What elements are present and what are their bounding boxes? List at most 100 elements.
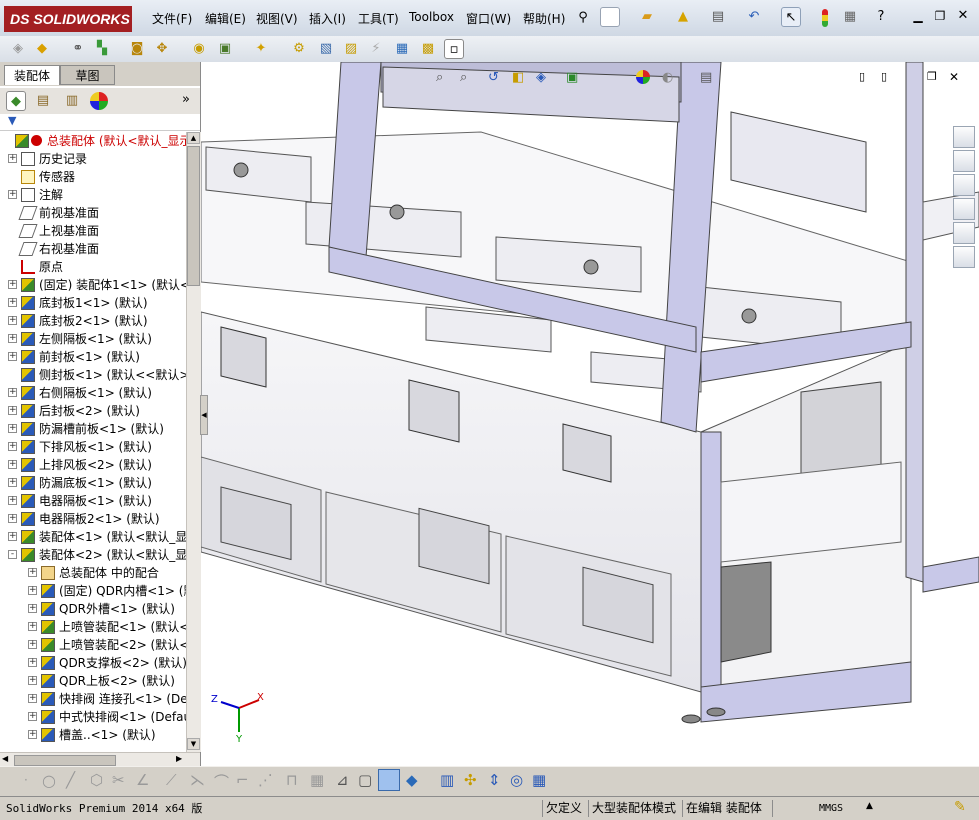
scroll-right-icon[interactable]: ▶	[176, 754, 182, 763]
expand-node-icon[interactable]: +	[8, 460, 17, 469]
expand-node-icon[interactable]: +	[28, 730, 37, 739]
tree-item[interactable]: + 前封板<1> (默认)	[0, 348, 186, 366]
tab-sketch[interactable]: 草图	[60, 65, 115, 85]
move-triad-icon[interactable]: ⇕	[488, 771, 501, 789]
tree-item[interactable]: + 装配体<1> (默认<默认_显	[0, 528, 186, 546]
expand-node-icon[interactable]: +	[28, 658, 37, 667]
design-library-icon[interactable]	[953, 150, 975, 172]
assembly-features-icon[interactable]: ▣	[215, 39, 235, 59]
angle-icon[interactable]: ∠	[136, 771, 149, 789]
apply-scene-icon[interactable]: ◐	[662, 70, 673, 85]
zoom-area-icon[interactable]: ⌕	[460, 70, 467, 85]
expand-node-icon[interactable]: +	[8, 442, 17, 451]
tab-assembly[interactable]: 装配体	[4, 65, 60, 85]
interference-icon[interactable]: ⚡	[366, 39, 386, 59]
panel-collapse-handle[interactable]: ◀	[200, 395, 208, 435]
collapse-node-icon[interactable]: -	[8, 550, 17, 559]
scroll-up-icon[interactable]: ▲	[187, 132, 200, 144]
menu-insert[interactable]: 插入(I)	[309, 10, 346, 27]
scroll-down-icon[interactable]: ▼	[187, 738, 200, 750]
expand-node-icon[interactable]: +	[28, 676, 37, 685]
display-style-icon[interactable]: ▣	[566, 70, 578, 85]
restore-icon[interactable]: ❐	[930, 6, 950, 26]
hide-show-icon[interactable]: ▥	[440, 771, 454, 789]
table-icon[interactable]: ▦	[532, 771, 546, 789]
viewport-restore-icon[interactable]: ❐	[927, 70, 937, 83]
chamfer-icon[interactable]: ⌐	[236, 771, 249, 789]
previous-view-icon[interactable]: ↺	[488, 70, 499, 85]
tree-item[interactable]: 右视基准面	[0, 240, 186, 258]
trim-icon[interactable]: ✂	[112, 771, 125, 789]
new-document-icon[interactable]	[600, 7, 620, 27]
configuration-manager-tab-icon[interactable]: ▥	[62, 91, 82, 111]
expand-panel-icon[interactable]: »	[182, 92, 190, 107]
expand-node-icon[interactable]: +	[8, 496, 17, 505]
expand-node-icon[interactable]: +	[28, 586, 37, 595]
expand-node-icon[interactable]: +	[28, 604, 37, 613]
tree-item[interactable]: + 电器隔板<1> (默认)	[0, 492, 186, 510]
tree-item[interactable]: + 后封板<2> (默认)	[0, 402, 186, 420]
display-manager-tab-icon[interactable]	[90, 92, 108, 110]
new-part-icon[interactable]: ◆	[32, 39, 52, 59]
hscroll-thumb[interactable]	[14, 755, 116, 766]
instant3d-icon[interactable]: ▫	[444, 39, 464, 59]
expand-node-icon[interactable]: +	[8, 406, 17, 415]
point-icon[interactable]: ·	[24, 773, 28, 787]
expand-node-icon[interactable]: +	[8, 424, 17, 433]
expand-node-icon[interactable]: +	[8, 388, 17, 397]
tree-item[interactable]: + 底封板2<1> (默认)	[0, 312, 186, 330]
perspective-icon[interactable]: ⊿	[336, 771, 349, 789]
explode-icon[interactable]: ✣	[464, 771, 477, 789]
expand-node-icon[interactable]: +	[8, 352, 17, 361]
pin-icon[interactable]: ⚲	[573, 8, 593, 28]
tree-item[interactable]: 前视基准面	[0, 204, 186, 222]
view-settings-icon[interactable]: ▤	[700, 70, 712, 85]
tree-vertical-scrollbar[interactable]: ▲ ▼	[186, 132, 201, 752]
expand-node-icon[interactable]: +	[28, 568, 37, 577]
tree-item[interactable]: + 中式快排阀<1> (Defau	[0, 708, 186, 726]
tree-item[interactable]: + QDR外槽<1> (默认)	[0, 600, 186, 618]
menu-window[interactable]: 窗口(W)	[466, 10, 511, 27]
tree-item[interactable]: + (固定) 装配体1<1> (默认<	[0, 276, 186, 294]
open-folder-icon[interactable]: ▰	[637, 7, 657, 27]
file-explorer-icon[interactable]	[953, 174, 975, 196]
traffic-light-icon[interactable]	[822, 9, 828, 27]
offset-icon[interactable]: ⟋	[166, 771, 177, 789]
tree-item[interactable]: 侧封板<1> (默认<<默认>_显	[0, 366, 186, 384]
menu-tools[interactable]: 工具(T)	[358, 10, 399, 27]
tree-item[interactable]: + 注解	[0, 186, 186, 204]
mirror-icon[interactable]: ⋋	[190, 771, 205, 789]
tree-item[interactable]: + 槽盖..<1> (默认)	[0, 726, 186, 744]
expand-node-icon[interactable]: +	[8, 316, 17, 325]
menu-edit[interactable]: 编辑(E)	[205, 10, 246, 27]
camera-icon[interactable]: ◎	[510, 771, 523, 789]
solidworks-logo[interactable]: DS SOLIDWORKS	[4, 6, 132, 32]
filter-icon[interactable]: ▼	[8, 114, 16, 127]
tree-item[interactable]: 总装配体 (默认<默认_显示	[0, 132, 186, 150]
zoom-to-fit-icon[interactable]: ⌕	[436, 70, 443, 85]
tree-item[interactable]: + 右侧隔板<1> (默认)	[0, 384, 186, 402]
tree-item[interactable]: + 快排阀 连接孔<1> (De	[0, 690, 186, 708]
construction-icon[interactable]: ⋰	[258, 771, 273, 789]
expand-node-icon[interactable]: +	[8, 280, 17, 289]
tree-item[interactable]: + 电器隔板2<1> (默认)	[0, 510, 186, 528]
expand-node-icon[interactable]: +	[8, 532, 17, 541]
section-view-icon[interactable]: ◧	[512, 70, 524, 85]
tree-item[interactable]: + 防漏槽前板<1> (默认)	[0, 420, 186, 438]
tree-item[interactable]: 传感器	[0, 168, 186, 186]
smart-dimension-icon[interactable]: ⊓	[286, 771, 298, 789]
viewport-close-icon[interactable]: ✕	[949, 70, 959, 84]
move-component-icon[interactable]: ✥	[152, 39, 172, 59]
insert-component-icon[interactable]: ◈	[8, 39, 28, 59]
menu-toolbox[interactable]: Toolbox	[409, 10, 454, 24]
view-orientation-icon[interactable]: ◈	[536, 70, 546, 85]
smart-fastener-icon[interactable]: ◙	[127, 39, 147, 59]
scroll-thumb[interactable]	[187, 146, 200, 286]
tree-item[interactable]: + 上喷管装配<1> (默认<	[0, 618, 186, 636]
menu-view[interactable]: 视图(V)	[256, 10, 298, 27]
expand-node-icon[interactable]: +	[28, 712, 37, 721]
help-icon[interactable]: ?	[871, 7, 891, 27]
explode-line-icon[interactable]: ▨	[341, 39, 361, 59]
expand-node-icon[interactable]: +	[8, 298, 17, 307]
graphics-viewport[interactable]: ⌕ ⌕ ↺ ◧ ◈ ▣ ◐ ▤ ▯ ▯ ❐ ✕ X Y Z	[201, 62, 979, 766]
